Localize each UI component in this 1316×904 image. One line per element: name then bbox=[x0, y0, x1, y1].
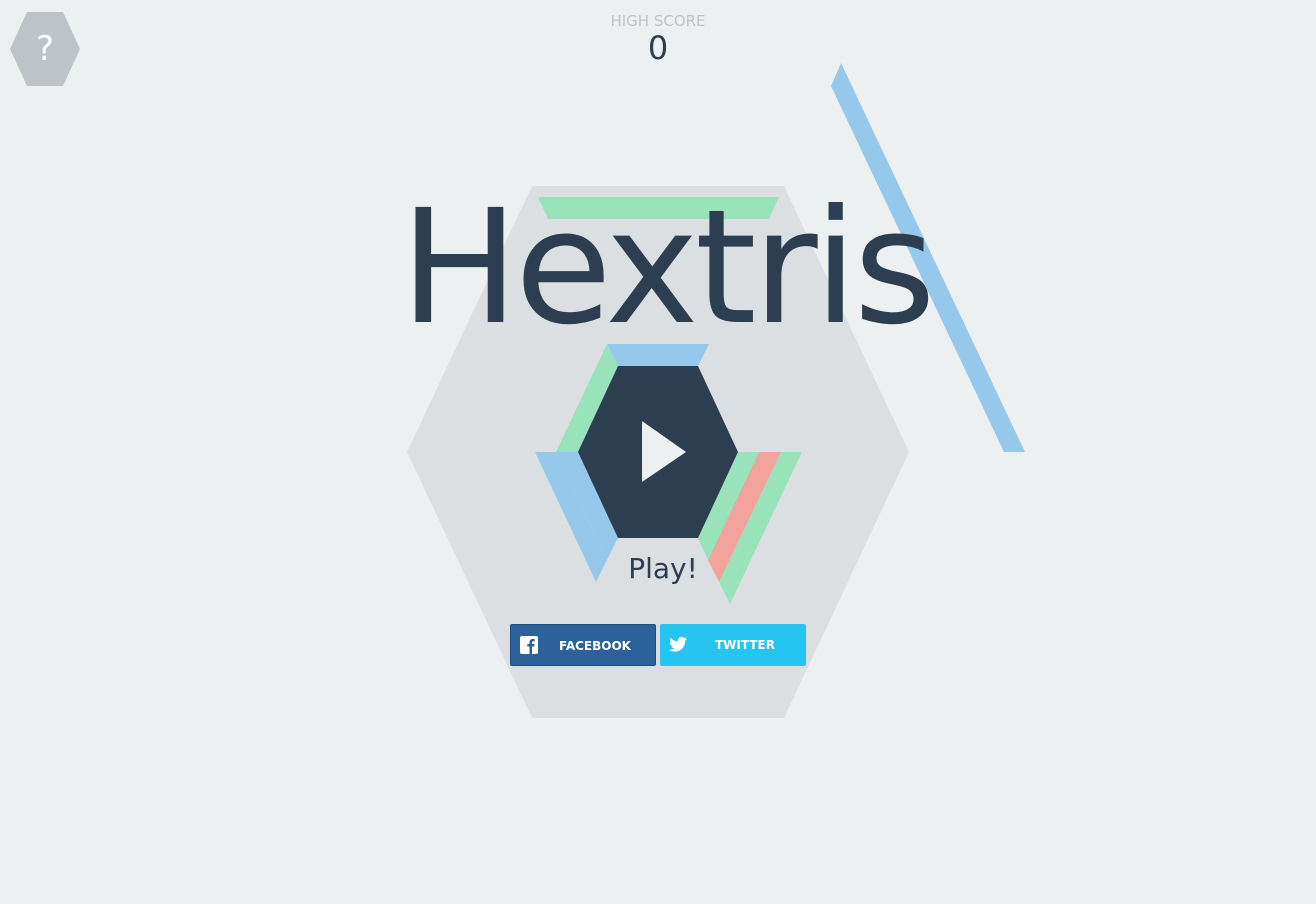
help-button[interactable]: ? bbox=[10, 12, 80, 87]
twitter-share-button[interactable]: TWITTER bbox=[660, 624, 806, 666]
facebook-share-button[interactable]: FACEBOOK bbox=[510, 624, 656, 666]
high-score: HIGH SCORE 0 bbox=[558, 12, 758, 66]
play-label[interactable]: Play! bbox=[598, 552, 728, 585]
question-mark-icon: ? bbox=[35, 29, 55, 69]
facebook-icon bbox=[520, 636, 538, 654]
center-hexagon bbox=[578, 366, 738, 538]
play-button[interactable] bbox=[578, 366, 738, 538]
game-screen: ? HIGH SCORE 0 Hextris Play! FACEBOOK TW… bbox=[0, 0, 1316, 904]
high-score-value: 0 bbox=[647, 29, 669, 67]
game-title: Hextris bbox=[400, 176, 936, 360]
high-score-label: HIGH SCORE bbox=[610, 12, 706, 30]
twitter-label: TWITTER bbox=[715, 638, 775, 652]
twitter-icon bbox=[669, 636, 687, 652]
facebook-label: FACEBOOK bbox=[559, 639, 631, 653]
